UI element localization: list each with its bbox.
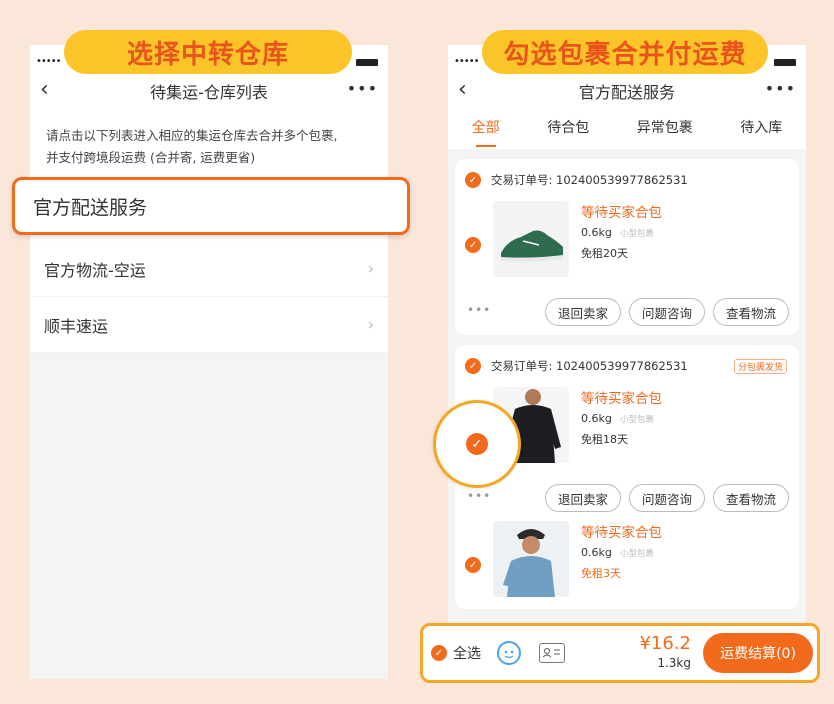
package-weight: 0.6kg 小型包裹 (581, 223, 662, 244)
free-storage-days: 免租20天 (581, 247, 628, 260)
package-weight: 0.6kg 小型包裹 (581, 543, 662, 564)
order-header: ✓ 交易订单号: 102400539977862531 分包裹发货 (465, 345, 789, 387)
page-title: 待集运-仓库列表 (150, 83, 268, 102)
intro-line: 并支付跨境段运费 (合并寄, 运费更省) (46, 150, 256, 165)
free-storage-days: 免租18天 (581, 433, 628, 446)
order-actions: ••• 退回卖家 问题咨询 查看物流 (465, 289, 789, 335)
pay-shipping-button[interactable]: 运费结算(0) (703, 633, 813, 673)
nav-bar: ‹ 官方配送服务 ••• (448, 71, 806, 111)
inquiry-button[interactable]: 问题咨询 (628, 484, 705, 512)
warehouse-item-official[interactable]: 官方配送服务 (12, 177, 410, 235)
free-storage-days: 免租3天 (581, 567, 621, 580)
total-price: ¥16.2 (639, 633, 691, 654)
intro-line: 请点击以下列表进入相应的集运仓库去合并多个包裹, (46, 128, 338, 143)
warehouse-label: 官方配送服务 (33, 196, 148, 219)
back-icon[interactable]: ‹ (458, 77, 467, 102)
caption-select-packages: 勾选包裹合并付运费 (482, 30, 768, 74)
warehouse-item-air[interactable]: 官方物流-空运 › (30, 241, 388, 297)
checkbox-checked-icon[interactable]: ✓ (465, 557, 481, 573)
package-info: 等待买家合包 0.6kg 小型包裹 免租3天 (581, 521, 662, 584)
select-all-checkbox-icon[interactable]: ✓ (431, 645, 447, 661)
phone-package-list: ••••• ‹ 官方配送服务 ••• 全部 待合包 异常包裹 待入库 ✓ 交易订… (448, 45, 806, 679)
weight-value: 0.6kg (581, 412, 612, 425)
battery-icon (356, 59, 378, 66)
total-weight: 1.3kg (657, 656, 691, 670)
package-info: 等待买家合包 0.6kg 小型包裹 免租18天 (581, 387, 662, 450)
package-info: 等待买家合包 0.6kg 小型包裹 免租20天 (581, 201, 662, 264)
denim-shirt-image (493, 521, 569, 597)
total-block: ¥16.2 1.3kg (639, 634, 691, 672)
warehouse-label: 官方物流-空运 (44, 260, 146, 280)
inquiry-button[interactable]: 问题咨询 (628, 298, 705, 326)
warehouse-label: 顺丰速运 (44, 316, 109, 336)
more-icon[interactable]: ••• (347, 79, 378, 98)
nav-bar: ‹ 待集运-仓库列表 ••• (30, 71, 388, 111)
checkbox-checked-icon[interactable]: ✓ (466, 433, 488, 455)
size-tag: 小型包裹 (619, 415, 654, 425)
size-tag: 小型包裹 (619, 229, 654, 239)
more-dots-icon[interactable]: ••• (467, 489, 491, 503)
signal-icon: ••••• (454, 56, 479, 67)
phone-warehouse-list: ••••• ‹ 待集运-仓库列表 ••• 请点击以下列表进入相应的集运仓库去合并… (30, 45, 388, 679)
package-status: 等待买家合包 (581, 391, 662, 407)
order-actions: ••• 退回卖家 问题咨询 查看物流 (465, 475, 789, 521)
checkbox-checked-icon[interactable]: ✓ (465, 237, 481, 253)
package-weight: 0.6kg 小型包裹 (581, 409, 662, 430)
select-all-label[interactable]: 全选 (453, 643, 481, 663)
chevron-right-icon: › (367, 315, 374, 334)
battery-icon (774, 59, 796, 66)
package-item: ✓ 等待买家合包 0.6kg 小型包裹 免租20天 (465, 201, 789, 289)
order-card: ✓ 交易订单号: 102400539977862531 ✓ 等待买家合包 0.6… (455, 159, 799, 335)
tab-bar: 全部 待合包 异常包裹 待入库 (448, 111, 806, 149)
order-number: 交易订单号: 102400539977862531 (491, 359, 688, 373)
checkbox-checked-icon[interactable]: ✓ (465, 172, 481, 188)
tab-pending-storage[interactable]: 待入库 (740, 117, 782, 143)
view-logistics-button[interactable]: 查看物流 (712, 484, 789, 512)
package-status: 等待买家合包 (581, 525, 662, 541)
order-card: ✓ 交易订单号: 102400539977862531 分包裹发货 ✓ 等待买家… (455, 345, 799, 609)
more-icon[interactable]: ••• (765, 79, 796, 98)
package-status: 等待买家合包 (581, 205, 662, 221)
chevron-right-icon: › (367, 259, 374, 278)
intro-text: 请点击以下列表进入相应的集运仓库去合并多个包裹, 并支付跨境段运费 (合并寄, … (30, 111, 388, 179)
caption-select-warehouse: 选择中转仓库 (64, 30, 352, 74)
tab-abnormal[interactable]: 异常包裹 (637, 117, 693, 143)
id-card-icon[interactable] (539, 643, 565, 663)
return-to-seller-button[interactable]: 退回卖家 (544, 484, 621, 512)
back-icon[interactable]: ‹ (40, 77, 49, 102)
highlighted-checkbox[interactable]: ✓ (433, 400, 521, 488)
weight-value: 0.6kg (581, 546, 612, 559)
signal-icon: ••••• (36, 56, 61, 67)
page-title: 官方配送服务 (578, 83, 675, 102)
package-item: ✓ 等待买家合包 0.6kg 小型包裹 免租3天 (465, 521, 789, 609)
order-header: ✓ 交易订单号: 102400539977862531 (465, 159, 789, 201)
size-tag: 小型包裹 (619, 549, 654, 559)
view-logistics-button[interactable]: 查看物流 (712, 298, 789, 326)
checkout-bar: ✓ 全选 ¥16.2 1.3kg 运费结算(0) (420, 623, 820, 683)
tab-pending-merge[interactable]: 待合包 (547, 117, 589, 143)
split-shipment-badge: 分包裹发货 (733, 358, 787, 374)
checkbox-checked-icon[interactable]: ✓ (465, 358, 481, 374)
return-to-seller-button[interactable]: 退回卖家 (544, 298, 621, 326)
tab-all[interactable]: 全部 (472, 117, 500, 147)
more-dots-icon[interactable]: ••• (467, 303, 491, 317)
customer-service-icon[interactable] (497, 641, 521, 665)
warehouse-item-sf[interactable]: 顺丰速运 › (30, 297, 388, 353)
green-sneaker-image (493, 201, 569, 277)
order-number: 交易订单号: 102400539977862531 (491, 173, 688, 187)
weight-value: 0.6kg (581, 226, 612, 239)
